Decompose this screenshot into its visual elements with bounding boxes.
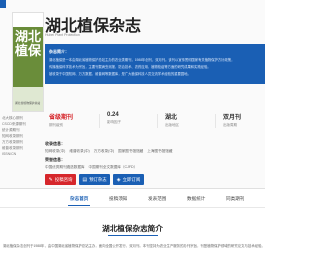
intro-summary-line: 传播植保科学技术为宗旨，主要刊载病虫测报、防治技术、农药应用、植物检疫等方面的研… xyxy=(49,65,211,69)
cover-footer: 湖北省植物保护总站 xyxy=(13,87,43,111)
database-item: 维普收录(中) xyxy=(69,149,90,153)
database-list: 知网收录(中) 维普收录(中) 万方收录(中) 国家图书馆馆藏 上海图书馆馆藏 xyxy=(45,149,245,154)
honor-item: 中国优秀期刊遴选数据库 xyxy=(45,165,85,169)
edit-icon: ✎ xyxy=(48,176,53,183)
database-item: 上海图书馆馆藏 xyxy=(147,149,173,153)
page-subtitle: Hubei Plant Protection xyxy=(45,33,80,37)
stat-divider xyxy=(157,114,158,128)
preorder-label: 预订杂志 xyxy=(89,176,107,182)
submit-inquiry-label: 投稿咨询 xyxy=(54,176,73,182)
honor-list: 中国优秀期刊遴选数据库 中国期刊全文数据库（CJFD） xyxy=(45,165,245,170)
sidebar-item: ISSN/CN xyxy=(2,152,17,156)
submit-inquiry-button[interactable]: ✎ 投稿咨询 xyxy=(45,174,76,185)
tab-bar: 杂志首页 投稿须知 发表范围 数据统计 同类期刊 xyxy=(0,196,265,207)
cover-header xyxy=(13,13,43,27)
stat-level: 省级期刊 期刊级别 xyxy=(49,112,73,132)
stat-label: 出版周期 xyxy=(223,123,237,127)
stat-region: 湖北 出版地区 xyxy=(165,112,179,132)
active-tab-indicator xyxy=(68,205,90,206)
subscribe-now-button[interactable]: ◈ 立即订阅 xyxy=(113,174,144,185)
tab-statistics[interactable]: 数据统计 xyxy=(187,196,205,202)
intro-summary-line: 湖北植保是一本由湖北省植物保护总站主办的农业类期刊，1988年创刊，双月刊。该刊… xyxy=(49,58,235,62)
intro-text: 湖北植保杂志创刊于1988年，由中国湖北省植物保护总站主办，面向全国公开发行，双… xyxy=(3,244,265,248)
tab-scope[interactable]: 发表范围 xyxy=(148,196,166,202)
stat-frequency: 双月刊 出版周期 xyxy=(223,112,241,132)
journal-stats: 省级期刊 期刊级别 0.24 影响因子 湖北 出版地区 双月刊 出版周期 xyxy=(45,112,265,132)
cover-title: 湖北植保 xyxy=(15,30,42,59)
database-heading: 收录信息： xyxy=(45,141,65,146)
stat-label: 期刊级别 xyxy=(49,123,63,127)
corner-accent xyxy=(0,0,6,8)
tab-similar-journals[interactable]: 同类期刊 xyxy=(226,196,244,202)
stat-label: 出版地区 xyxy=(165,123,179,127)
journal-cover[interactable]: 湖北植保 湖北省植物保护总站 xyxy=(12,12,44,112)
tab-submission-guide[interactable]: 投稿须知 xyxy=(109,196,127,202)
stat-divider xyxy=(99,114,100,128)
intro-summary-heading: 杂志简介： xyxy=(49,49,69,54)
honor-heading: 荣誉信息： xyxy=(45,157,65,162)
intro-summary-line: 被收录于中国知网、万方数据、维普网等数据库，是广大植保科技人员交流学术经验的重要… xyxy=(49,72,191,76)
stat-divider xyxy=(215,114,216,128)
bag-icon: ◈ xyxy=(116,176,121,183)
tab-divider xyxy=(0,207,265,208)
cart-icon: ▤ xyxy=(82,176,88,183)
database-item: 国家图书馆馆藏 xyxy=(118,149,144,153)
stat-value: 0.24 xyxy=(107,112,119,118)
banner-divider xyxy=(0,188,265,189)
sidebar-list: 北大核心期刊 CSCD来源期刊 统计源期刊 知网收录期刊 万方收录期刊 维普收录… xyxy=(0,115,42,157)
stat-value: 省级期刊 xyxy=(49,115,74,121)
database-item: 万方收录(中) xyxy=(93,149,115,153)
stat-impact-factor: 0.24 影响因子 xyxy=(107,112,121,132)
preorder-button[interactable]: ▤ 预订杂志 xyxy=(79,174,110,185)
stat-label: 影响因子 xyxy=(107,120,121,124)
database-item: 知网收录(中) xyxy=(45,149,66,153)
stat-value: 湖北 xyxy=(165,115,178,121)
stat-value: 双月刊 xyxy=(223,115,242,121)
intro-summary-box: 杂志简介： 湖北植保是一本由湖北省植物保护总站主办的农业类期刊，1988年创刊，… xyxy=(45,44,265,84)
intro-title-underline xyxy=(108,235,158,236)
honor-item: 中国期刊全文数据库（CJFD） xyxy=(88,165,138,169)
intro-title: 湖北植保杂志简介 xyxy=(102,224,163,233)
cover-publisher: 湖北省植物保护总站 xyxy=(15,101,41,105)
subscribe-now-label: 立即订阅 xyxy=(122,176,141,182)
tab-home[interactable]: 杂志首页 xyxy=(70,196,88,202)
